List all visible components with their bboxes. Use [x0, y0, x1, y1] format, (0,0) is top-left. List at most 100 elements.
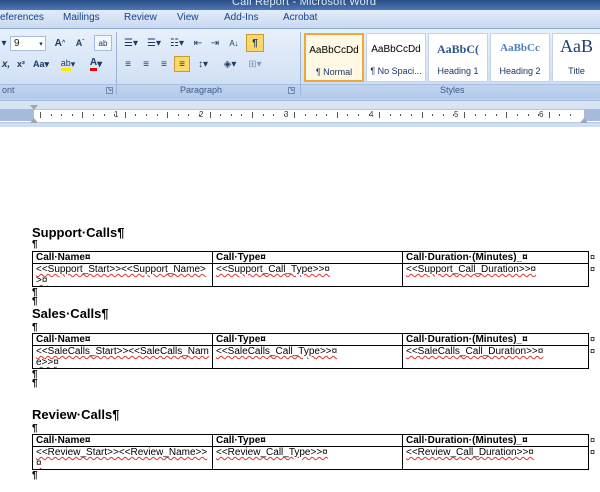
borders-icon[interactable]: ⊞▾: [244, 56, 266, 72]
ruler-tick: [347, 114, 348, 116]
grow-font-icon[interactable]: A ^: [50, 35, 70, 51]
ruler-tick: [358, 114, 359, 116]
line-spacing-icon[interactable]: ↕▾: [192, 56, 214, 72]
tab-view[interactable]: View: [177, 12, 199, 23]
merge-field-cell[interactable]: <<Support_Call_Type>>¤: [212, 263, 403, 287]
title-bar: Call Report - Microsoft Word: [0, 0, 600, 10]
row-end-mark: ¤: [590, 447, 596, 457]
row-end-mark: ¤: [590, 252, 596, 262]
merge-field-cell[interactable]: <<Support_Call_Duration>>¤: [402, 263, 589, 287]
decrease-indent-icon[interactable]: ⇤: [190, 35, 206, 51]
style-no-spacing[interactable]: AaBbCcDd ¶ No Spaci...: [366, 33, 426, 82]
group-label-font: ont: [2, 85, 15, 95]
italic-icon[interactable]: x,: [0, 56, 12, 72]
ruler-tick: [390, 114, 391, 116]
row-end-mark: ¤: [590, 435, 596, 445]
merge-table[interactable]: Call·Name¤ Call·Type¤ Call·Duration·(Min…: [32, 333, 589, 369]
align-left-icon[interactable]: ≡: [120, 56, 136, 72]
numbering-icon[interactable]: ☰▾: [143, 35, 165, 51]
ruler-number: 2: [199, 110, 204, 119]
merge-table[interactable]: Call·Name¤ Call·Type¤ Call·Duration·(Min…: [32, 251, 589, 287]
hanging-indent-marker-icon[interactable]: [30, 118, 38, 123]
tab-references[interactable]: eferences: [0, 12, 44, 23]
style-normal[interactable]: AaBbCcDd ¶ Normal: [304, 33, 364, 82]
paragraph-mark: ¶: [32, 322, 38, 333]
merge-field-cell[interactable]: <<SaleCalls_Start>><<SaleCalls_Name>>¤: [32, 345, 213, 369]
group-label-styles: Styles: [440, 85, 465, 95]
multilevel-list-icon[interactable]: ☷▾: [166, 35, 188, 51]
column-header: Call·Name¤: [32, 251, 213, 264]
align-right-icon[interactable]: ≡: [156, 56, 172, 72]
style-name: ¶ Normal: [315, 67, 353, 77]
merge-field-cell[interactable]: <<Support_Start>><<Support_Name>>¤: [32, 263, 213, 287]
style-heading-2[interactable]: AaBbCc Heading 2: [490, 33, 550, 82]
show-formatting-marks-icon[interactable]: ¶: [246, 34, 264, 52]
ruler-tick: [316, 114, 317, 116]
tab-review[interactable]: Review: [124, 12, 157, 23]
column-header: Call·Duration·(Minutes)_¤: [402, 333, 589, 346]
first-line-indent-marker-icon[interactable]: [30, 105, 38, 110]
paragraph-dialog-launcher-icon[interactable]: ↘: [288, 87, 295, 94]
highlight-icon[interactable]: ab ▾: [56, 56, 80, 72]
merge-field-cell[interactable]: <<Review_Call_Duration>>¤: [402, 446, 589, 470]
table-row[interactable]: <<Review_Start>><<Review_Name>>¤ <<Revie…: [32, 446, 589, 470]
align-center-icon[interactable]: ≡: [138, 56, 154, 72]
clear-formatting-icon[interactable]: ab: [94, 35, 112, 51]
paragraph-mark: ¶: [32, 423, 38, 434]
ruler-tick: [252, 112, 253, 118]
style-heading-1[interactable]: AaBbC( Heading 1: [428, 33, 488, 82]
ruler-tick: [485, 114, 486, 116]
right-indent-marker-icon[interactable]: [580, 118, 588, 123]
column-header: Call·Name¤: [32, 434, 213, 447]
font-name-dropdown-icon[interactable]: ▾: [0, 35, 8, 51]
ruler-tick: [326, 114, 327, 116]
merge-field-cell[interactable]: <<SaleCalls_Call_Duration>>¤: [402, 345, 589, 369]
ruler-tick: [241, 114, 242, 116]
horizontal-ruler[interactable]: 1 2 3 4 5 6: [0, 100, 600, 127]
ruler-tick: [135, 114, 136, 116]
style-title[interactable]: AaB Title: [552, 33, 600, 82]
sort-icon[interactable]: A↓: [225, 35, 243, 51]
row-end-mark: ¤: [590, 264, 596, 274]
superscript-icon[interactable]: x²: [14, 56, 28, 72]
ruler-tick: [157, 114, 158, 116]
table-row[interactable]: <<SaleCalls_Start>><<SaleCalls_Name>>¤ <…: [32, 345, 589, 369]
ruler-number: 4: [369, 110, 374, 119]
merge-field-cell[interactable]: <<SaleCalls_Call_Type>>¤: [212, 345, 403, 369]
ruler-number: 1: [114, 110, 119, 119]
merge-field-cell[interactable]: <<Review_Call_Type>>¤: [212, 446, 403, 470]
increase-indent-icon[interactable]: ⇥: [207, 35, 223, 51]
tab-mailings[interactable]: Mailings: [63, 12, 100, 23]
tab-acrobat[interactable]: Acrobat: [283, 12, 317, 23]
document-page[interactable]: Support·Calls¶ ¶ Call·Name¤ Call·Type¤ C…: [0, 127, 600, 492]
font-color-icon[interactable]: A ▾: [84, 56, 108, 72]
shrink-font-icon[interactable]: Aˇ: [70, 35, 90, 51]
ruler-tick: [82, 112, 83, 118]
ruler-tick: [506, 112, 507, 118]
group-separator: [116, 32, 117, 95]
style-preview: AaBbCcDd: [371, 44, 421, 55]
merge-field-cell[interactable]: <<Review_Start>><<Review_Name>>¤: [32, 446, 213, 470]
paragraph-mark: ¶: [32, 470, 38, 481]
style-preview: AaBbCc: [500, 42, 540, 54]
shading-icon[interactable]: ◈▾: [218, 56, 242, 72]
ruler-number: 6: [539, 110, 544, 119]
font-size-dropdown-icon[interactable]: ▾: [36, 36, 46, 52]
ruler-number: 3: [284, 110, 289, 119]
change-case-icon[interactable]: Aa▾: [30, 56, 52, 72]
ruler-tick: [559, 114, 560, 116]
bullets-icon[interactable]: ☰▾: [120, 35, 142, 51]
ruler-tick: [422, 112, 423, 118]
ruler-tick: [496, 114, 497, 116]
ruler-tick: [517, 114, 518, 116]
tab-add-ins[interactable]: Add-Ins: [224, 12, 258, 23]
table-row[interactable]: <<Support_Start>><<Support_Name>>¤ <<Sup…: [32, 263, 589, 287]
merge-table[interactable]: Call·Name¤ Call·Type¤ Call·Duration·(Min…: [32, 434, 589, 470]
style-preview: AaB: [560, 36, 593, 56]
justify-icon[interactable]: ≡: [174, 56, 190, 72]
ruler-tick: [549, 112, 550, 118]
table-header-row: Call·Name¤ Call·Type¤ Call·Duration·(Min…: [32, 251, 589, 264]
ruler-tick: [93, 114, 94, 116]
group-separator: [300, 32, 301, 95]
font-dialog-launcher-icon[interactable]: ↘: [106, 87, 113, 94]
